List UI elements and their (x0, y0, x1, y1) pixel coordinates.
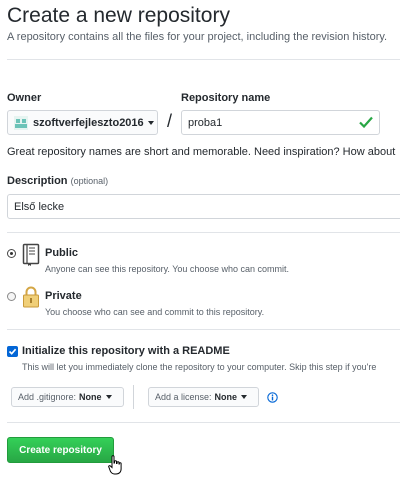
check-icon (359, 116, 373, 128)
owner-repo-separator: / (167, 111, 173, 131)
public-radio[interactable] (7, 249, 16, 258)
public-title: Public (45, 247, 79, 259)
owner-avatar-icon (14, 115, 28, 130)
hand-cursor-icon (108, 455, 122, 475)
description-optional: (optional) (70, 176, 109, 186)
license-label: Add a license: (155, 392, 212, 402)
repository-name-hint: Great repository names are short and mem… (7, 146, 396, 158)
chevron-down-icon (147, 120, 154, 125)
gitignore-select[interactable]: Add .gitignore: None (11, 387, 124, 407)
private-radio[interactable] (7, 292, 16, 301)
readme-label[interactable]: Initialize this repository with a README (22, 345, 230, 357)
public-description: Anyone can see this repository. You choo… (45, 264, 289, 274)
divider (7, 232, 400, 233)
page-subtitle: A repository contains all the files for … (7, 31, 388, 43)
page-title: Create a new repository (7, 4, 230, 27)
gitignore-label: Add .gitignore: (18, 392, 77, 402)
description-label-group: Description (optional) (7, 175, 108, 187)
owner-select[interactable]: szoftverfejleszto2016 (7, 110, 158, 135)
info-icon[interactable] (267, 392, 278, 403)
readme-checkbox[interactable] (7, 346, 18, 357)
private-title: Private (45, 290, 82, 302)
license-select[interactable]: Add a license: None (148, 387, 259, 407)
description-input[interactable] (7, 194, 400, 219)
repository-name-input[interactable] (181, 110, 380, 135)
description-label: Description (7, 175, 68, 187)
repo-book-icon (22, 243, 40, 266)
repository-name-label: Repository name (181, 92, 271, 104)
lock-icon (23, 286, 39, 308)
private-description: You choose who can see and commit to thi… (45, 307, 265, 317)
owner-label: Owner (7, 92, 42, 104)
readme-hint: This will let you immediately clone the … (22, 362, 377, 372)
chevron-down-icon (105, 395, 112, 399)
owner-name: szoftverfejleszto2016 (33, 116, 144, 129)
create-repository-button[interactable]: Create repository (7, 437, 114, 463)
chevron-down-icon (241, 395, 248, 399)
gitignore-value: None (79, 392, 102, 402)
dropdown-divider (133, 385, 134, 409)
divider (7, 59, 400, 60)
divider (7, 329, 400, 330)
license-value: None (214, 392, 238, 402)
checkmark-icon (8, 348, 17, 355)
divider (7, 422, 400, 423)
